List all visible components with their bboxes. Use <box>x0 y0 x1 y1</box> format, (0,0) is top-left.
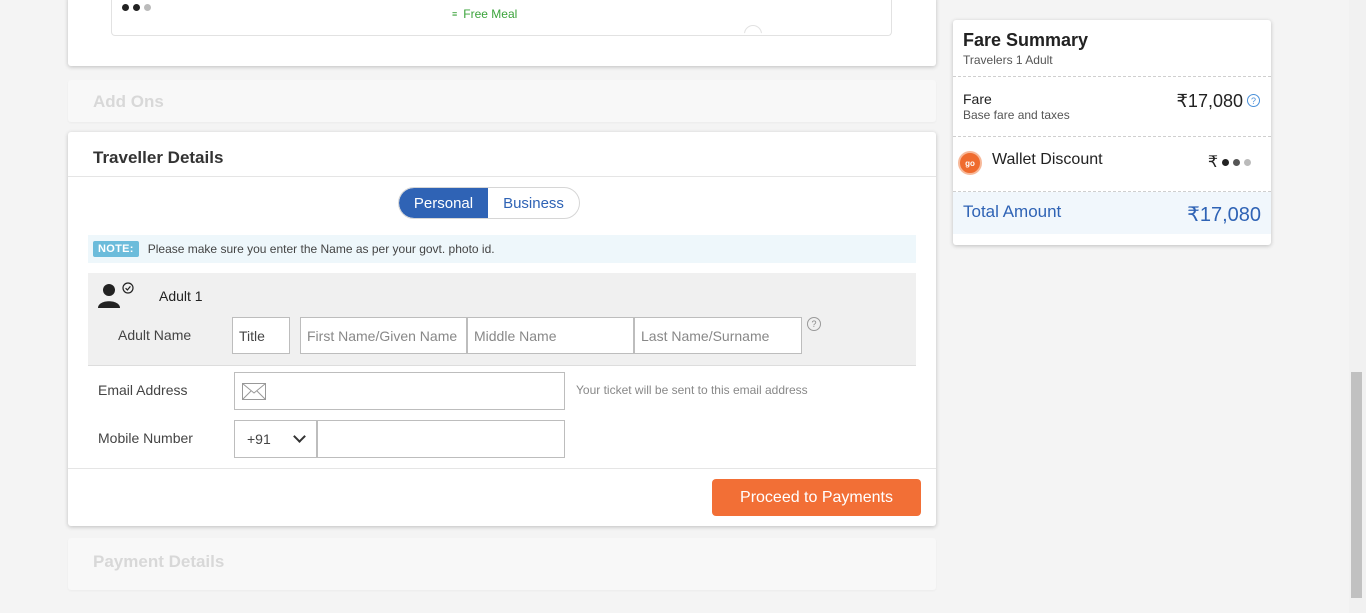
user-check-icon <box>98 282 134 308</box>
addons-section[interactable]: Add Ons <box>68 80 936 122</box>
traveller-details-title: Traveller Details <box>93 148 224 167</box>
dot <box>144 4 151 11</box>
fare-summary-card: Fare Summary Travelers 1 Adult Fare Base… <box>953 20 1271 245</box>
traveller-details-card: Traveller Details Personal Business NOTE… <box>68 132 936 526</box>
flight-box: ≡ Free Meal <box>111 0 892 36</box>
divider <box>68 468 936 469</box>
tab-personal[interactable]: Personal <box>399 188 488 218</box>
fare-summary-title: Fare Summary <box>963 30 1089 50</box>
first-name-input[interactable]: First Name/Given Name <box>300 317 467 354</box>
wallet-currency: ₹ <box>1207 154 1218 171</box>
addons-title: Add Ons <box>93 92 164 111</box>
page-scrollbar[interactable] <box>1349 0 1366 613</box>
meal-icon: ≡ <box>452 9 458 19</box>
divider <box>953 76 1271 77</box>
title-select[interactable]: Title <box>232 317 290 354</box>
scrollbar-thumb[interactable] <box>1351 372 1362 598</box>
loading-dot <box>1233 158 1240 166</box>
email-field[interactable] <box>234 372 565 410</box>
payment-details-section[interactable]: Payment Details <box>68 538 936 590</box>
adult-label: Adult 1 <box>159 288 203 304</box>
free-meal-tag: ≡ Free Meal <box>452 7 517 21</box>
note-banner: NOTE: Please make sure you enter the Nam… <box>88 235 916 263</box>
middle-name-input[interactable]: Middle Name <box>467 317 634 354</box>
travelers-info: Travelers 1 Adult <box>963 53 1053 67</box>
free-meal-label: Free Meal <box>463 7 518 21</box>
country-code-select[interactable]: +91 <box>234 420 317 458</box>
dot <box>133 4 140 11</box>
chevron-down-icon <box>293 430 306 443</box>
gocash-icon: go <box>958 151 982 175</box>
loading-dot <box>1222 158 1229 166</box>
traveller-type-toggle: Personal Business <box>398 187 580 219</box>
email-hint: Your ticket will be sent to this email a… <box>576 383 808 397</box>
divider-notch <box>744 25 762 34</box>
loading-dot <box>1244 158 1251 166</box>
fare-note: Base fare and taxes <box>963 108 1070 122</box>
fare-amount: ₹17,080 <box>1176 91 1243 111</box>
divider <box>68 176 936 177</box>
fare-help-icon[interactable]: ? <box>1247 94 1260 107</box>
proceed-to-payments-button[interactable]: Proceed to Payments <box>712 479 921 516</box>
total-amount-row: Total Amount ₹17,080 <box>953 192 1271 234</box>
email-label: Email Address <box>98 382 188 398</box>
adult-name-label: Adult Name <box>118 327 192 343</box>
country-code-value: +91 <box>247 431 271 447</box>
payment-details-title: Payment Details <box>93 552 225 571</box>
total-amount-value: ₹17,080 <box>1187 204 1261 226</box>
wallet-discount-amount: ₹ <box>1208 152 1251 172</box>
loading-dots <box>122 4 151 11</box>
mobile-label: Mobile Number <box>98 430 193 446</box>
flight-summary-card: ≡ Free Meal <box>68 0 936 66</box>
mobile-number-input[interactable] <box>317 420 565 458</box>
dot <box>122 4 129 11</box>
adult-1-block: Adult 1 Adult Name Title First Name/Give… <box>88 273 916 366</box>
help-icon[interactable]: ? <box>807 317 821 331</box>
last-name-input[interactable]: Last Name/Surname <box>634 317 802 354</box>
note-badge: NOTE: <box>93 241 139 257</box>
mail-icon <box>242 382 266 400</box>
divider <box>953 136 1271 137</box>
travelers-value: 1 Adult <box>1015 53 1053 67</box>
note-text: Please make sure you enter the Name as p… <box>147 242 495 256</box>
tab-business[interactable]: Business <box>488 188 579 218</box>
fare-label: Fare <box>963 91 992 107</box>
travelers-label: Travelers <box>963 53 1013 67</box>
total-amount-label: Total Amount <box>963 202 1062 221</box>
wallet-discount-label: Wallet Discount <box>992 151 1103 168</box>
